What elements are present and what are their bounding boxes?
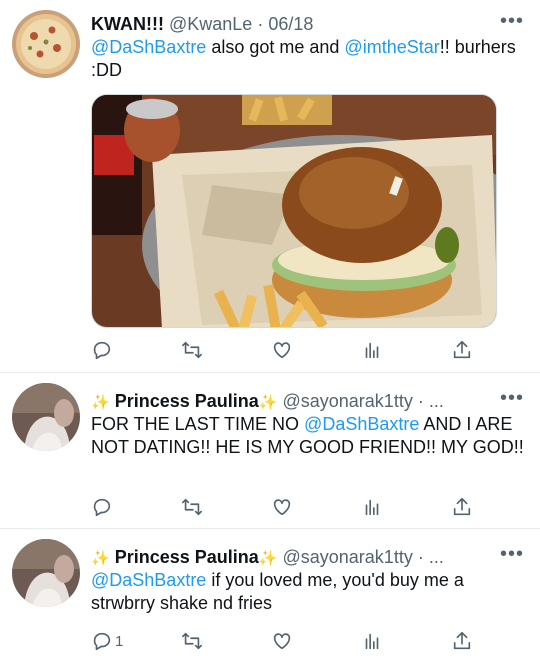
sparkle-emoji: ✨ [91,550,110,567]
tweet-header: ✨ Princess Paulina✨ @sayonarak1tty · ... [91,545,530,569]
mention-link[interactable]: @DaShBaxtre [91,37,206,57]
tweet-photo[interactable] [91,94,497,328]
reply-icon [93,341,111,360]
avatar[interactable] [12,383,80,451]
like-icon [273,633,291,650]
tweet-text: @DaShBaxtre if you loved me, you'd buy m… [91,569,526,615]
retweet-icon [182,341,202,359]
date-separator: · [252,14,269,34]
pizza-avatar-image [12,10,80,78]
handle[interactable]: @KwanLe [169,14,252,34]
like-icon [273,499,291,516]
like-button[interactable] [271,338,293,362]
retweet-button[interactable] [181,495,203,519]
tweet-actions: 1 [91,629,476,653]
mention-link[interactable]: @DaShBaxtre [91,570,206,590]
analytics-icon [365,633,379,650]
tweet-3[interactable]: ✨ Princess Paulina✨ @sayonarak1tty · ...… [0,529,540,661]
retweet-icon [182,498,202,516]
sparkle-emoji: ✨ [258,394,278,411]
more-options-icon[interactable]: ••• [500,11,524,36]
analytics-button[interactable] [361,338,383,362]
share-button[interactable] [451,338,473,362]
sparkle-emoji: ✨ [91,394,110,411]
tweet-actions [91,495,476,519]
like-button[interactable] [271,629,293,653]
display-name[interactable]: KWAN!!! [91,14,164,34]
handle[interactable]: @sayonarak1tty · ... [282,547,443,567]
more-options-icon[interactable]: ••• [500,388,524,413]
tweet-text: FOR THE LAST TIME NO @DaShBaxtre AND I A… [91,413,526,459]
analytics-button[interactable] [361,629,383,653]
reply-icon [93,498,111,517]
princess-avatar-image [12,539,80,607]
more-options-icon[interactable]: ••• [500,544,524,569]
text-segment: FOR THE LAST TIME NO [91,414,305,434]
analytics-icon [365,342,379,359]
share-icon [453,631,471,650]
retweet-button[interactable] [181,338,203,362]
share-icon [453,497,471,516]
share-button[interactable] [451,495,473,519]
tweet-1[interactable]: KWAN!!! @KwanLe · 06/18 ••• @DaShBaxtre … [0,0,540,372]
mention-link[interactable]: @DaShBaxtre [304,414,419,434]
reply-button[interactable] [91,338,115,362]
tweet-header: KWAN!!! @KwanLe · 06/18 [91,12,530,36]
avatar[interactable] [12,539,80,607]
mention-link[interactable]: @imtheStar [344,37,439,57]
sparkle-emoji: ✨ [258,550,278,567]
timestamp[interactable]: 06/18 [268,14,313,34]
handle[interactable]: @sayonarak1tty · ... [282,391,443,411]
retweet-button[interactable] [181,629,203,653]
retweet-icon [182,632,202,650]
text-segment: also got me and [206,37,345,57]
like-icon [273,342,291,359]
share-button[interactable] [451,629,473,653]
reply-button[interactable] [91,495,115,519]
share-icon [453,340,471,359]
display-name[interactable]: Princess Paulina [115,547,259,567]
display-name[interactable]: Princess Paulina [115,391,259,411]
tweet-2[interactable]: ✨ Princess Paulina✨ @sayonarak1tty · ...… [0,373,540,528]
burger-photo [92,95,496,327]
analytics-button[interactable] [361,495,383,519]
avatar[interactable] [12,10,80,78]
analytics-icon [365,499,379,516]
princess-avatar-image [12,383,80,451]
tweet-text: @DaShBaxtre also got me and @imtheStar!!… [91,36,526,82]
like-button[interactable] [271,495,293,519]
reply-icon [93,632,111,651]
reply-count: 1 [115,632,124,650]
tweet-actions [91,338,476,362]
tweet-header: ✨ Princess Paulina✨ @sayonarak1tty · ... [91,389,530,413]
reply-button[interactable]: 1 [91,629,123,653]
